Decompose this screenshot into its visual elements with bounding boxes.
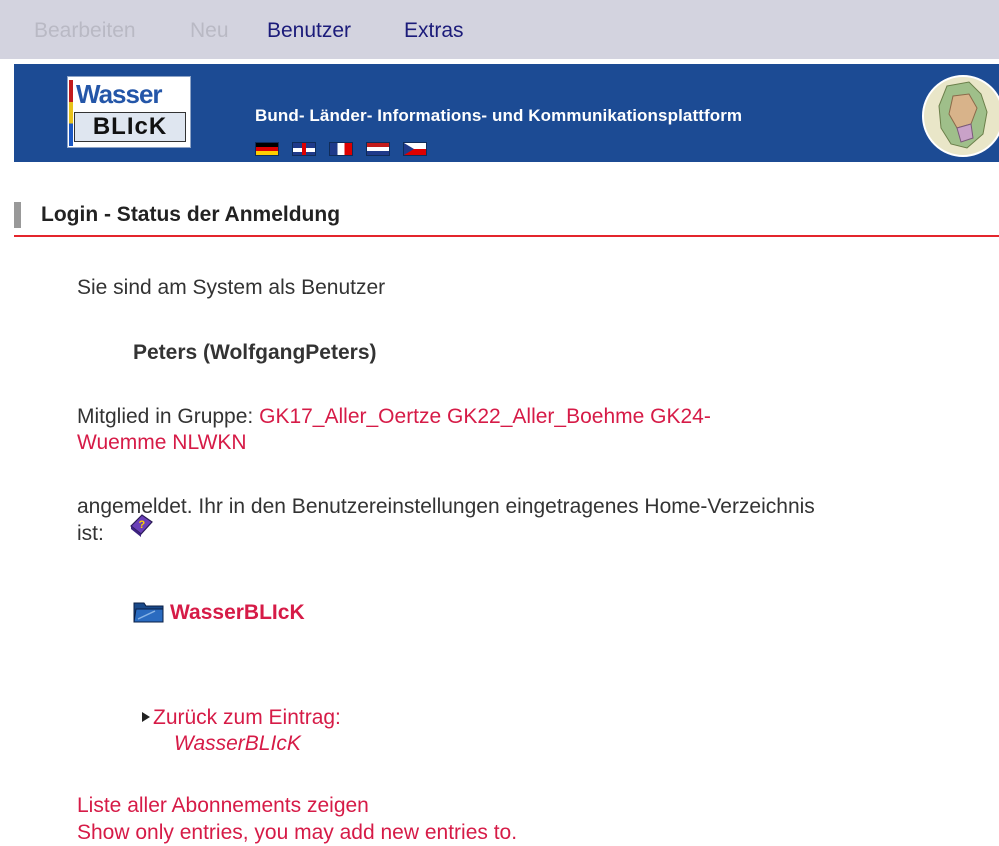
home-folder-link[interactable]: WasserBLIcK — [170, 600, 305, 626]
page-title: Login - Status der Anmeldung — [41, 203, 341, 226]
group-label: Mitglied in Gruppe: — [77, 405, 254, 428]
folder-icon[interactable] — [133, 599, 165, 623]
menu-item-extras[interactable]: Extras — [404, 19, 464, 43]
de-flag-icon[interactable] — [255, 142, 279, 156]
group-links[interactable]: GK17_Aller_Oertze GK22_Aller_Boehme GK24… — [259, 405, 711, 428]
back-to-entry-link[interactable]: Zurück zum Eintrag: — [153, 705, 341, 731]
arrow-right-icon — [142, 712, 150, 722]
help-book-icon[interactable]: ? — [128, 512, 155, 539]
home-directory-text: angemeldet. Ihr in den Benutzereinstellu… — [77, 495, 815, 518]
svg-text:?: ? — [139, 519, 146, 531]
show-entries-link[interactable]: Show only entries, you may add new entri… — [77, 820, 517, 846]
germany-map-emblem-icon — [922, 75, 999, 157]
banner-tagline: Bund- Länder- Informations- und Kommunik… — [255, 106, 743, 125]
cz-flag-icon[interactable] — [403, 142, 427, 156]
group-links-continued[interactable]: Wuemme NLWKN — [77, 430, 247, 456]
user-name: Peters (WolfgangPeters) — [133, 341, 377, 364]
gb-flag-icon[interactable] — [292, 142, 316, 156]
fr-flag-icon[interactable] — [329, 142, 353, 156]
logo-text-bottom: BLIcK — [74, 112, 186, 142]
header-banner: Wasser BLIcK Bund- Länder- Informations-… — [14, 64, 999, 162]
back-target-link[interactable]: WasserBLIcK — [174, 731, 301, 757]
menu-item-neu: Neu — [190, 19, 229, 42]
group-membership-line1: Mitglied in Gruppe: GK17_Aller_Oertze GK… — [77, 404, 711, 430]
wasserblick-logo[interactable]: Wasser BLIcK — [67, 76, 191, 148]
menu-bar: Bearbeiten Neu Benutzer Extras — [0, 0, 999, 59]
login-intro-text: Sie sind am System als Benutzer — [77, 276, 386, 299]
logo-text-top: Wasser — [76, 79, 163, 109]
logo-stripe — [69, 80, 73, 146]
menu-item-bearbeiten: Bearbeiten — [34, 19, 136, 42]
home-directory-text-end: ist: — [77, 522, 104, 545]
subscriptions-link[interactable]: Liste aller Abonnements zeigen — [77, 793, 369, 819]
nl-flag-icon[interactable] — [366, 142, 390, 156]
section-header: Login - Status der Anmeldung — [14, 198, 999, 237]
menu-item-benutzer[interactable]: Benutzer — [267, 19, 351, 43]
section-marker — [14, 202, 21, 228]
